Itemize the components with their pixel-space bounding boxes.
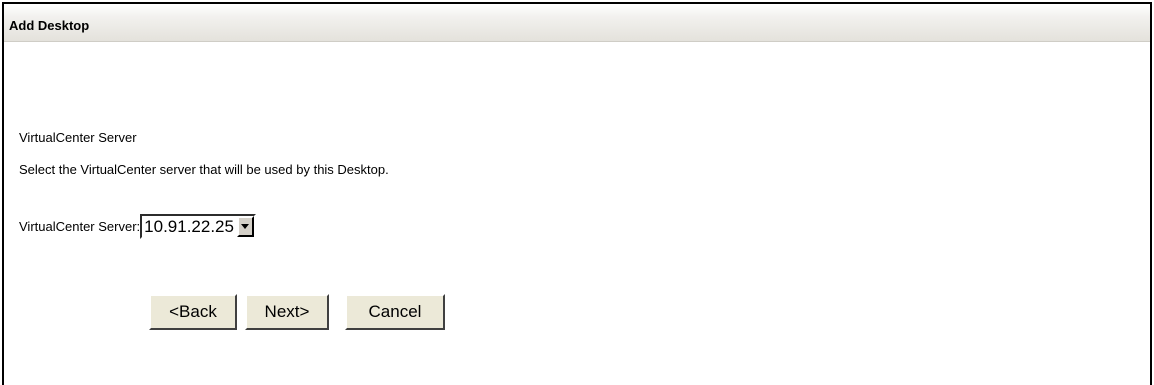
wizard-button-row: <Back Next> Cancel: [149, 294, 445, 330]
next-button[interactable]: Next>: [245, 294, 329, 330]
dialog-frame: Add Desktop VirtualCenter Server Select …: [2, 2, 1152, 385]
section-description: Select the VirtualCenter server that wil…: [19, 162, 389, 177]
virtualcenter-server-field: VirtualCenter Server: 10.91.22.25: [19, 214, 256, 239]
cancel-button[interactable]: Cancel: [345, 294, 445, 330]
virtualcenter-server-select[interactable]: 10.91.22.25: [140, 214, 256, 239]
dialog-title-bar: Add Desktop: [4, 4, 1150, 42]
section-title: VirtualCenter Server: [19, 130, 137, 145]
chevron-down-icon: [241, 224, 250, 229]
back-button[interactable]: <Back: [149, 294, 237, 330]
virtualcenter-server-selected-value: 10.91.22.25: [142, 216, 237, 237]
virtualcenter-server-label: VirtualCenter Server:: [19, 219, 141, 234]
dialog-title: Add Desktop: [9, 18, 90, 33]
dropdown-button[interactable]: [236, 216, 254, 237]
